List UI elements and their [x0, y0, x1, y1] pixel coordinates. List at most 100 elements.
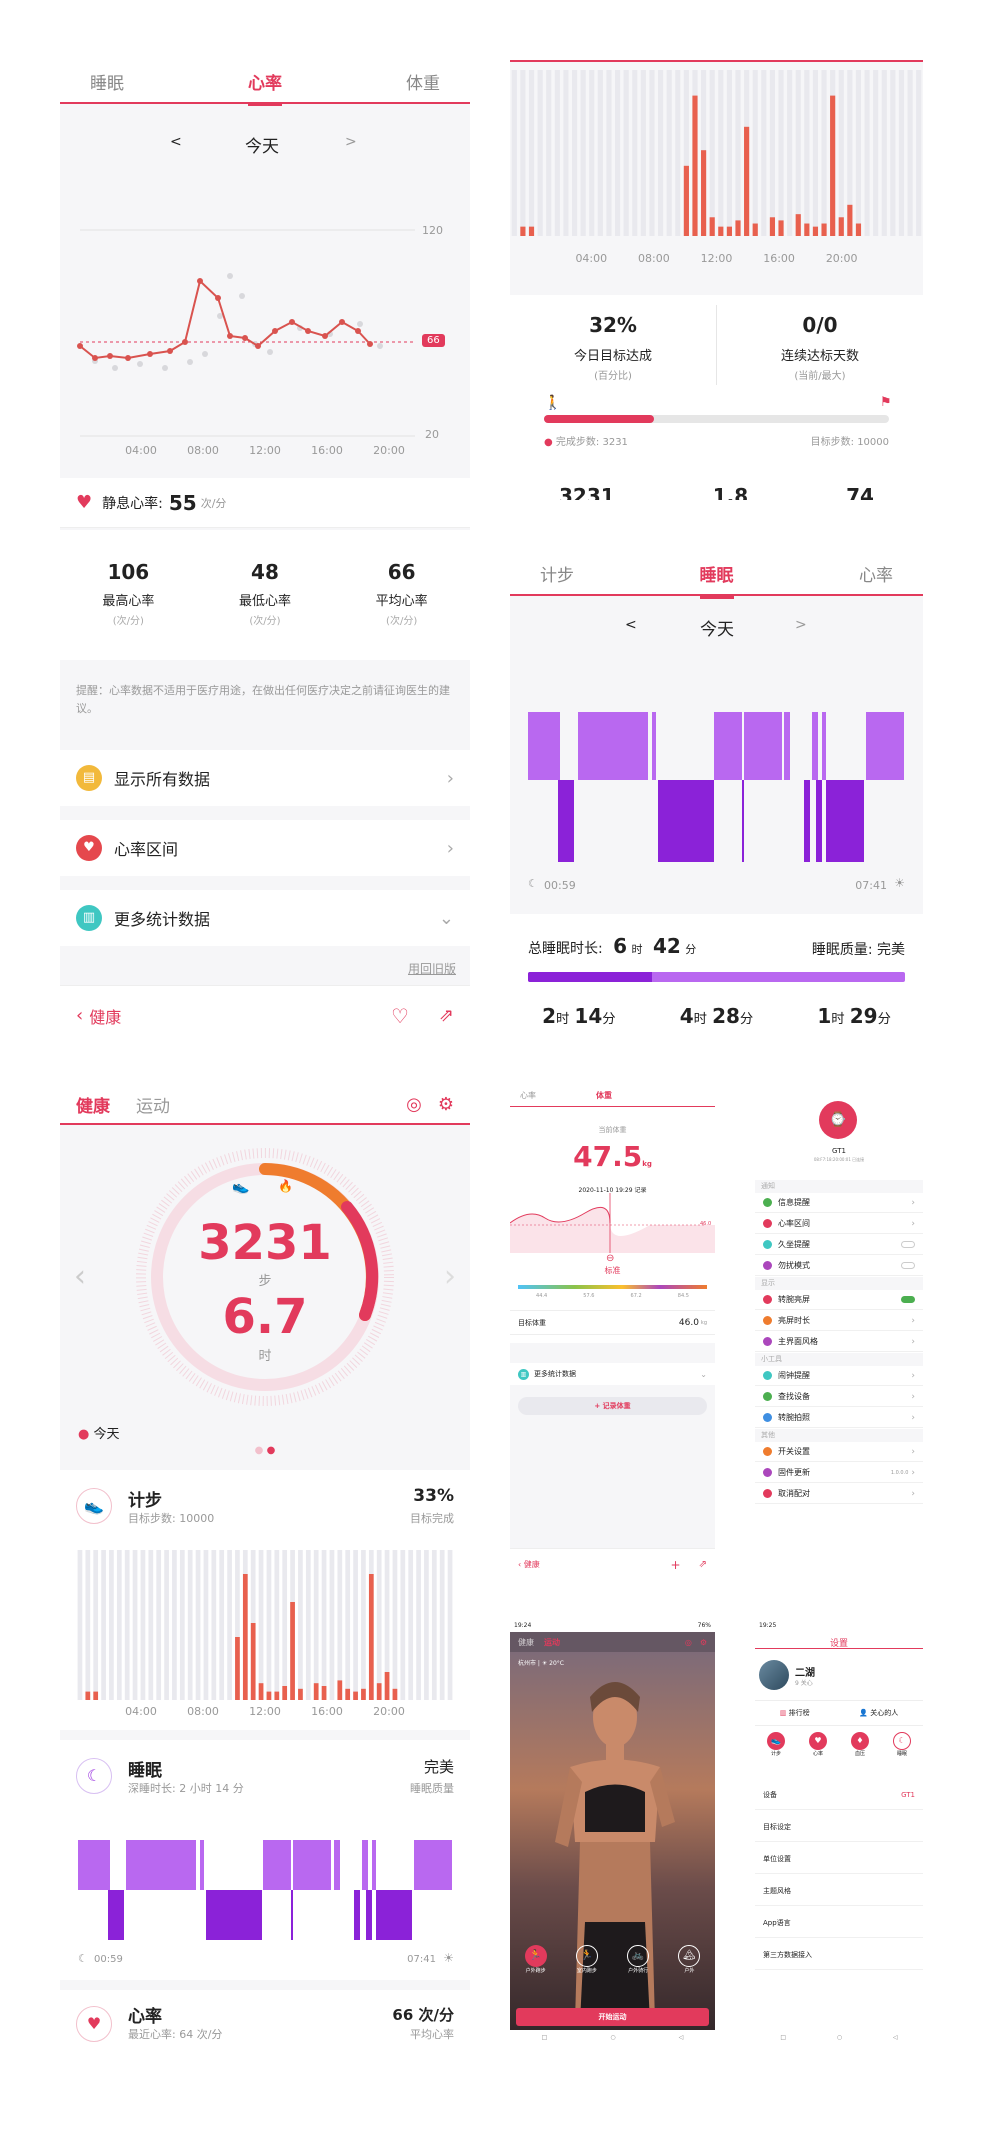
more-stats-row[interactable]: ▥ 更多统计数据 ⌄ [60, 890, 470, 946]
settings-row[interactable]: 亮屏时长 › [755, 1311, 923, 1331]
settings-row[interactable]: 第三方数据接入 [755, 1940, 923, 1970]
tab-health[interactable]: 健康 [518, 1637, 534, 1648]
summary-steps: 3231 [559, 484, 615, 500]
watch-icon[interactable]: ◎ [685, 1638, 692, 1647]
settings-row[interactable]: App语言 [755, 1908, 923, 1938]
heart-pulse-icon[interactable]: ♡ [391, 1004, 409, 1028]
nav-recent-icon[interactable]: □ [780, 2034, 786, 2041]
steps-bar-background [172, 1550, 177, 1700]
nav-home-icon[interactable]: ○ [837, 2034, 842, 2041]
tab-sleep[interactable]: 睡眠 [90, 69, 124, 94]
date-prev-button[interactable]: < [625, 617, 637, 633]
steps-bar-background [873, 70, 879, 236]
settings-row[interactable]: 设备 GT1 [755, 1780, 923, 1810]
toggle-switch[interactable] [901, 1296, 915, 1303]
tab-weight[interactable]: 体重 [596, 1090, 612, 1101]
share-icon[interactable]: ⇗ [439, 1005, 454, 1026]
setting-label: 主题风格 [763, 1886, 791, 1895]
cared-people-button[interactable]: 👤 关心的人 [859, 1708, 898, 1718]
resting-heart-rate: ♥ 静息心率: 55 次/分 [60, 478, 470, 528]
more-stats-row[interactable]: ▥ 更多统计数据 ⌄ [510, 1363, 715, 1385]
start-workout-button[interactable]: 开始运动 [516, 2008, 709, 2026]
nav-back-icon[interactable]: ◁ [893, 2034, 898, 2041]
steps-bar-background [546, 70, 552, 236]
settings-row[interactable]: 心率区间 › [755, 1214, 923, 1234]
watch-icon[interactable]: ◎ [406, 1094, 422, 1115]
tab-heart-rate[interactable]: 心率 [859, 561, 893, 586]
back-button[interactable]: ‹ 健康 [518, 1559, 540, 1570]
tab-heart-rate[interactable]: 心率 [248, 69, 282, 107]
steps-bar [683, 165, 689, 236]
date-next-button[interactable]: > [795, 617, 807, 633]
steps-card[interactable]: 👟 计步 目标步数: 10000 33% 目标完成 04:00 08:00 12… [60, 1470, 470, 1730]
steps-bar [298, 1688, 303, 1700]
settings-row[interactable]: 查找设备 › [755, 1387, 923, 1407]
settings-row[interactable]: 取消配对 › [755, 1484, 923, 1504]
setting-label: 闹钟提醒 [778, 1371, 810, 1380]
top-tab-bar: 健康 运动 ◎ ⚙ [510, 1632, 715, 1652]
settings-row[interactable]: 主界面风格 › [755, 1332, 923, 1352]
steps-bar [353, 1691, 358, 1700]
settings-row[interactable]: 信息提醒 › [755, 1193, 923, 1213]
settings-row[interactable]: 闹钟提醒 › [755, 1366, 923, 1386]
shortcut-blood-pressure[interactable]: ♦ 血压 [851, 1732, 869, 1757]
heart-rate-card[interactable]: ♥ 心率 最近心率: 64 次/分 66 次/分 平均心率 [60, 1990, 470, 2075]
plus-icon[interactable]: + [671, 1558, 681, 1572]
hours-unit: 时 [258, 1349, 272, 1364]
settings-row[interactable]: 转腕拍照 › [755, 1408, 923, 1428]
record-weight-button[interactable]: + 记录体重 [518, 1397, 707, 1415]
target-weight-row[interactable]: 目标体重 46.0 kg [510, 1310, 715, 1335]
nav-back-icon[interactable]: ◁ [679, 2034, 684, 2041]
shortcut-sleep[interactable]: ☾ 睡眠 [893, 1732, 911, 1757]
gear-icon[interactable]: ⚙ [700, 1638, 707, 1647]
nav-home-icon[interactable]: ○ [610, 2034, 615, 2041]
mode-indoor-run[interactable]: 🏃 室内跑步 [575, 1945, 598, 1974]
settings-row[interactable]: 勿扰模式 [755, 1256, 923, 1276]
settings-row[interactable]: 主题风格 [755, 1876, 923, 1906]
shortcut-steps[interactable]: 👟 计步 [767, 1732, 785, 1757]
leaderboard-button[interactable]: ▥ 排行榜 [780, 1708, 810, 1718]
toggle-switch[interactable] [901, 1241, 915, 1248]
toggle-switch[interactable] [901, 1262, 915, 1269]
settings-row[interactable]: 目标设定 [755, 1812, 923, 1842]
old-version-link[interactable]: 用回旧版 [408, 960, 456, 977]
heart-rate-panel: 睡眠 心率 体重 < 今天 > 120 20 66 04:00 08:00 12… [60, 60, 470, 1045]
tab-sport[interactable]: 运动 [136, 1092, 170, 1117]
settings-row[interactable]: 转腕亮屏 [755, 1290, 923, 1310]
nav-recent-icon[interactable]: □ [542, 2034, 548, 2041]
tab-heart-rate[interactable]: 心率 [520, 1090, 536, 1101]
sleep-end: 07:41 [407, 1954, 436, 1965]
mode-outdoor-cycle[interactable]: 🚲 户外骑行 [627, 1945, 650, 1974]
settings-row[interactable]: 开关设置 › [755, 1442, 923, 1462]
top-tab-bar: 健康 运动 ◎ ⚙ [60, 1085, 470, 1125]
current-weight: 47.5kg [573, 1140, 652, 1173]
tab-sport[interactable]: 运动 [544, 1637, 560, 1648]
sleep-title: 睡眠 [128, 1761, 162, 1781]
settings-row[interactable]: 固件更新 1.0.0.0 › [755, 1463, 923, 1483]
gear-icon[interactable]: ⚙ [438, 1094, 454, 1115]
mode-outdoor-other[interactable]: 🏔 户外 [678, 1945, 701, 1974]
mode-outdoor-run[interactable]: 🏃 户外跑步 [524, 1945, 547, 1974]
tab-health[interactable]: 健康 [76, 1092, 110, 1117]
back-icon[interactable]: ‹ [76, 1005, 83, 1026]
avatar[interactable] [759, 1660, 789, 1690]
steps-bar-background [408, 1550, 414, 1700]
show-all-data-row[interactable]: ▤ 显示所有数据 › [60, 750, 470, 806]
target-steps: 目标步数: 10000 [810, 437, 889, 448]
back-button[interactable]: 健康 [89, 1004, 121, 1028]
settings-row[interactable]: 久坐提醒 [755, 1235, 923, 1255]
steps-bar-background [666, 70, 672, 236]
steps-bar [368, 1574, 374, 1700]
tab-steps[interactable]: 计步 [540, 561, 574, 586]
settings-row[interactable]: 单位设置 [755, 1844, 923, 1874]
steps-bar-background [298, 1550, 303, 1700]
tab-sleep[interactable]: 睡眠 [699, 561, 734, 599]
share-icon[interactable]: ⇗ [699, 1559, 707, 1570]
tab-weight[interactable]: 体重 [406, 69, 440, 94]
sleep-card[interactable]: ☾ 睡眠 深睡时长: 2 小时 14 分 完美 睡眠质量 ☾ 00:59 07:… [60, 1740, 470, 1980]
heart-rate-zone-row[interactable]: ♥ 心率区间 › [60, 820, 470, 876]
steps-bar-background [447, 1550, 453, 1700]
steps-bar-background [416, 1550, 421, 1700]
steps-bar [744, 126, 750, 236]
shortcut-heart-rate[interactable]: ♥ 心率 [809, 1732, 827, 1757]
